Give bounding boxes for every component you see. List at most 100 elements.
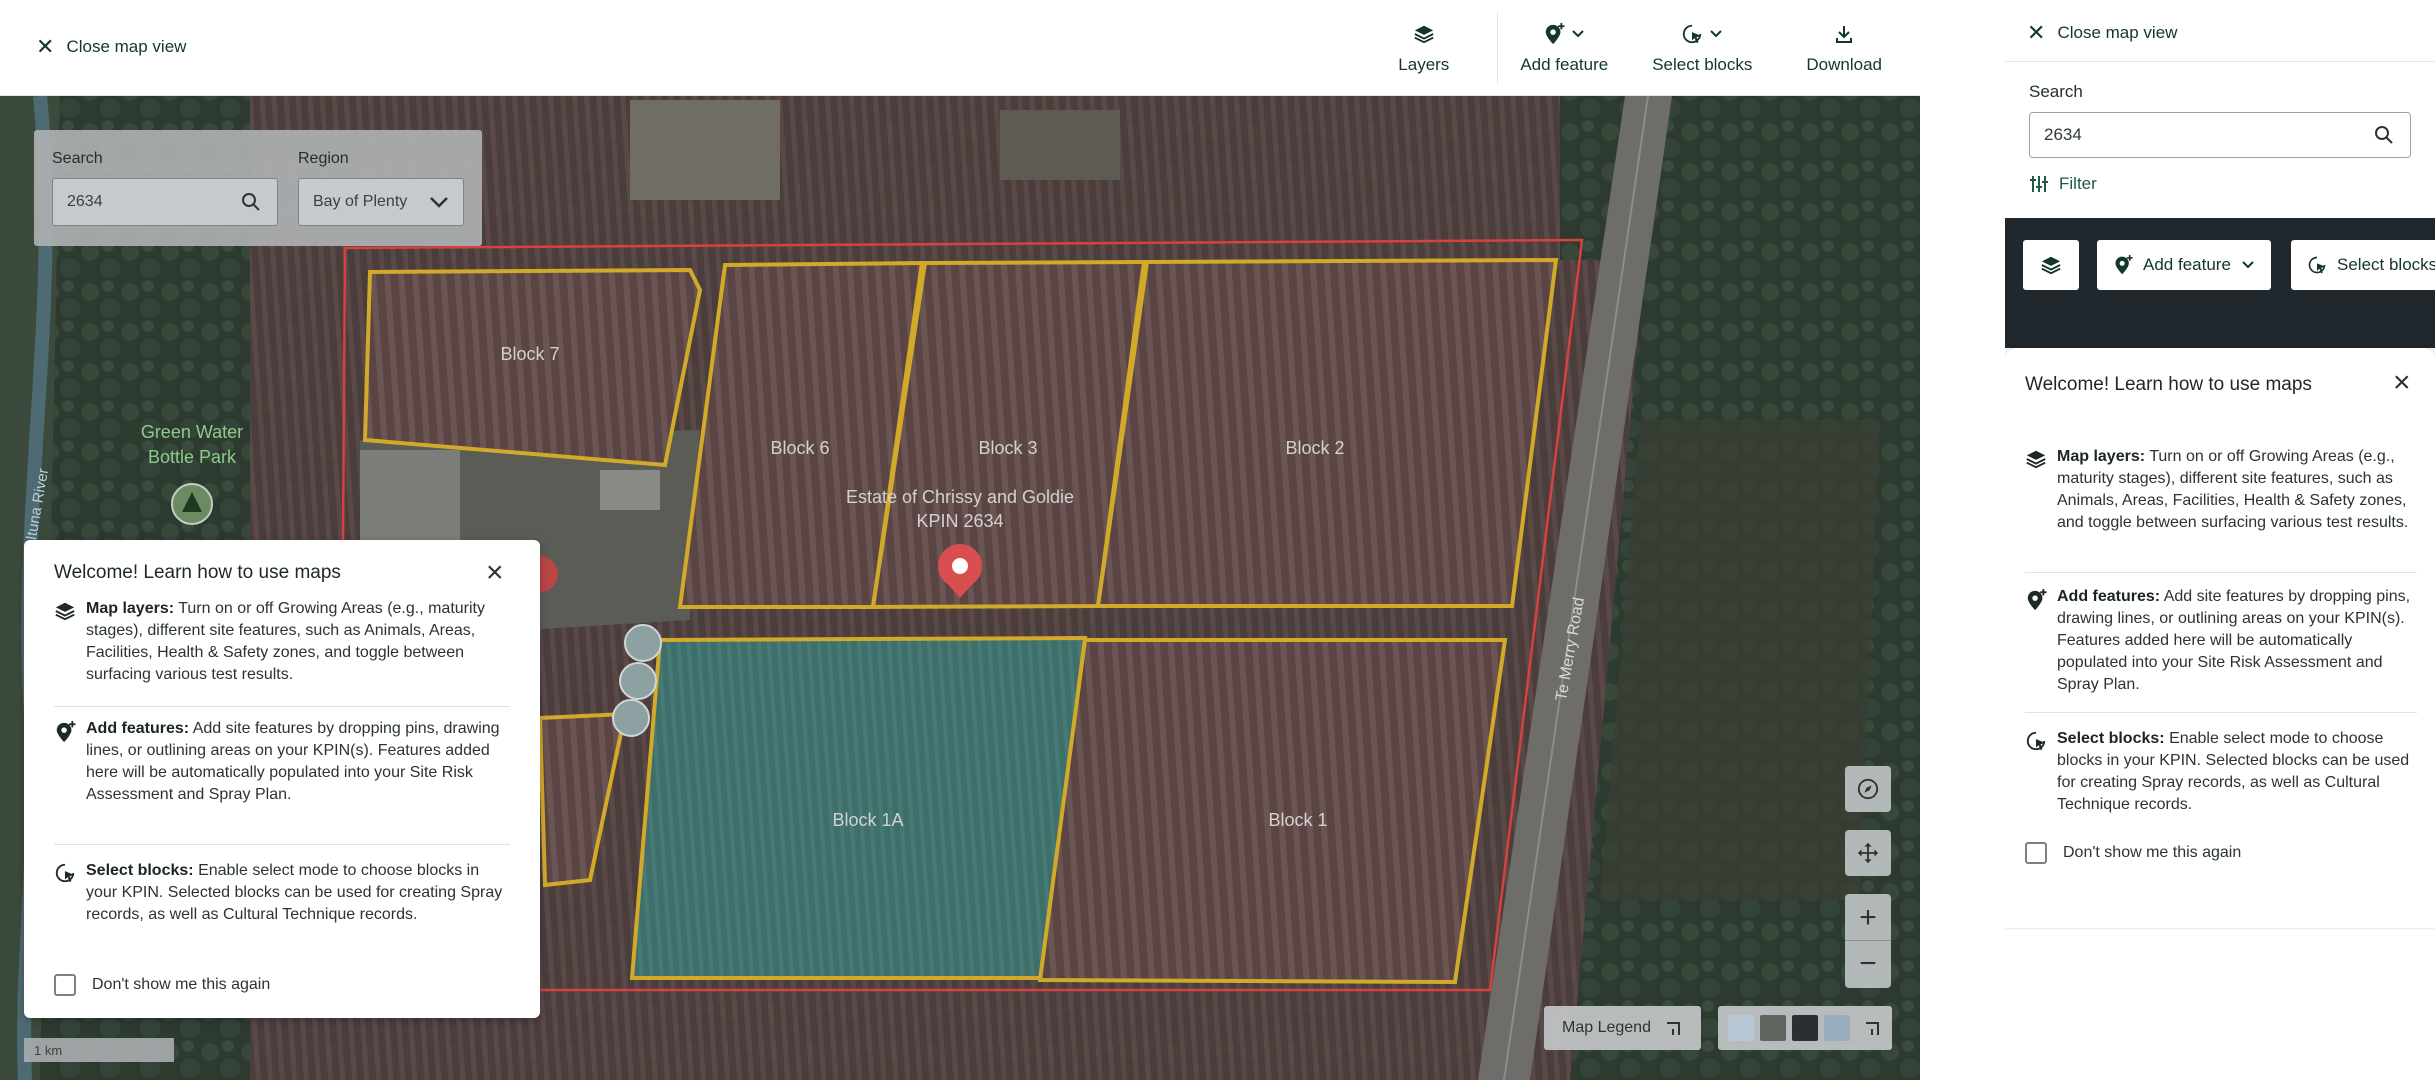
divider [54, 844, 510, 845]
expand-corner-icon [1866, 1022, 1879, 1035]
basemap-thumb-satellite[interactable] [1760, 1015, 1786, 1041]
block-3-label: Block 3 [978, 438, 1037, 458]
add-feature-button[interactable]: Add feature [1498, 0, 1630, 96]
basemap-thumb-street[interactable] [1728, 1015, 1754, 1041]
block-7-label: Block 7 [500, 344, 559, 364]
top-bar: ✕ Close map view Layers Add feature Sele… [0, 0, 1920, 96]
panel-search-label: Search [2029, 82, 2083, 101]
filter-label: Filter [2059, 174, 2097, 193]
select-cursor-icon [55, 863, 75, 883]
panel-select-blocks-button[interactable]: Select blocks [2291, 240, 2435, 290]
download-button[interactable]: Download [1774, 0, 1920, 96]
dont-show-again-checkbox[interactable]: Don't show me this again [2025, 842, 2241, 864]
compass-icon [1857, 778, 1879, 800]
map-toolbar: Layers Add feature Select blocks Downloa… [1352, 0, 1920, 96]
basemap-thumb-hybrid[interactable] [1824, 1015, 1850, 1041]
close-map-view-label: Close map view [66, 37, 187, 56]
map-search-input[interactable]: 2634 [52, 178, 278, 226]
select-blocks-button[interactable]: Select blocks [1630, 0, 1774, 96]
dont-show-again-label: Don't show me this again [2063, 844, 2242, 861]
dont-show-again-checkbox[interactable]: Don't show me this again [54, 974, 270, 996]
add-features-help-item: Add features: Add site features by dropp… [2025, 586, 2417, 696]
close-map-view-button[interactable]: ✕ Close map view [36, 36, 186, 58]
download-label: Download [1806, 55, 1882, 74]
map-search-panel: Search 2634 Region Bay of Plenty [34, 130, 482, 246]
park-pin-icon[interactable] [171, 483, 213, 525]
expand-corner-icon [1666, 1022, 1680, 1035]
chevron-down-icon [1710, 30, 1723, 38]
layers-icon [1414, 25, 1434, 44]
layers-icon [2026, 450, 2046, 469]
map-legend-label: Map Legend [1562, 1019, 1651, 1036]
block-1a-label: Block 1A [832, 810, 903, 830]
pan-button[interactable] [1845, 830, 1891, 876]
compass-button[interactable] [1845, 766, 1891, 812]
panel-toolbar-strip: Add feature Select blocks [2005, 218, 2435, 348]
select-cursor-icon [2026, 731, 2046, 751]
region-select[interactable]: Bay of Plenty [298, 178, 464, 226]
close-icon: ✕ [36, 34, 55, 59]
region-label: Region [298, 150, 349, 167]
block-6-label: Block 6 [770, 438, 829, 458]
panel-add-feature-label: Add feature [2143, 255, 2231, 274]
zoom-in-button[interactable]: + [1845, 895, 1891, 941]
layers-help-title: Map layers: [2057, 448, 2146, 465]
estate-name-label: Estate of Chrissy and Goldie [846, 487, 1074, 507]
sliders-icon [2030, 176, 2048, 192]
checkbox[interactable] [2025, 842, 2047, 864]
region-value: Bay of Plenty [313, 193, 408, 210]
select-blocks-label: Select blocks [1652, 55, 1753, 74]
search-icon [242, 193, 260, 211]
layers-label: Layers [1398, 55, 1450, 74]
close-dialog-button[interactable]: × [2393, 368, 2411, 398]
select-blocks-help-item: Select blocks: Enable select mode to cho… [54, 860, 510, 926]
move-icon [1857, 842, 1879, 864]
checkbox[interactable] [54, 974, 76, 996]
add-pin-icon [1546, 23, 1565, 45]
mobile-preview-panel: ✕ Close map view Search 2634 Filter Add … [2005, 0, 2435, 1080]
zoom-controls: + − [1845, 894, 1891, 988]
select-blocks-help-title: Select blocks: [2057, 730, 2165, 747]
select-blocks-help-title: Select blocks: [86, 862, 194, 879]
dont-show-again-label: Don't show me this again [92, 976, 271, 993]
welcome-bottom-sheet: Welcome! Learn how to use maps × Map lay… [2005, 348, 2435, 928]
select-blocks-help-item: Select blocks: Enable select mode to cho… [2025, 728, 2417, 816]
chevron-down-icon [2242, 261, 2254, 269]
park-name-label-2: Bottle Park [148, 447, 237, 467]
map-legend-button[interactable]: Map Legend [1544, 1006, 1701, 1050]
layers-icon [2041, 256, 2061, 275]
divider [2025, 572, 2417, 573]
zoom-out-button[interactable]: − [1845, 941, 1891, 987]
divider [2025, 712, 2417, 713]
layers-help-item: Map layers: Turn on or off Growing Areas… [2025, 446, 2417, 534]
panel-select-blocks-label: Select blocks [2337, 255, 2435, 274]
block-1-label: Block 1 [1268, 810, 1327, 830]
close-map-view-button[interactable]: ✕ Close map view [2027, 22, 2177, 44]
layers-help-title: Map layers: [86, 600, 175, 617]
panel-layers-button[interactable] [2023, 240, 2079, 290]
scale-bar: 1 km [24, 1038, 174, 1062]
layers-icon [55, 602, 75, 621]
close-dialog-button[interactable]: × [486, 558, 504, 588]
add-pin-icon [56, 721, 76, 743]
panel-search-input[interactable]: 2634 [2029, 112, 2411, 158]
map-search-label: Search [52, 150, 103, 167]
search-icon [2375, 126, 2393, 144]
main-view: Block 7 Block 6 Block 3 Block 2 Block 1A… [0, 0, 1920, 1080]
close-icon: ✕ [2027, 20, 2046, 45]
chevron-down-icon [430, 197, 448, 208]
panel-add-feature-button[interactable]: Add feature [2097, 240, 2271, 290]
layers-button[interactable]: Layers [1352, 0, 1497, 96]
add-features-help-item: Add features: Add site features by dropp… [54, 718, 510, 806]
welcome-title: Welcome! Learn how to use maps [2025, 374, 2312, 395]
filter-button[interactable]: Filter [2029, 174, 2097, 194]
divider [54, 706, 510, 707]
add-pin-icon [2115, 255, 2133, 275]
basemap-thumb-dark[interactable] [1792, 1015, 1818, 1041]
plus-icon: + [1859, 900, 1877, 934]
basemap-switcher[interactable] [1718, 1006, 1892, 1050]
block-2-label: Block 2 [1285, 438, 1344, 458]
select-cursor-icon [1683, 24, 1702, 44]
panel-top-bar: ✕ Close map view [2005, 0, 2435, 62]
download-icon [1836, 26, 1853, 43]
